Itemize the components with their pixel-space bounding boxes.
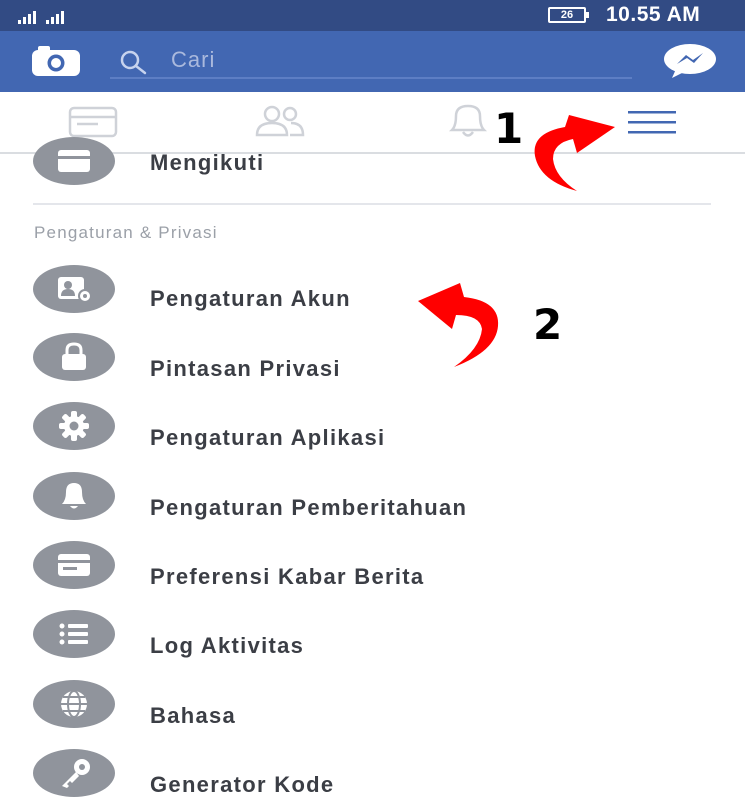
battery-icon: 26 (548, 7, 589, 23)
section-title: Pengaturan & Privasi (34, 223, 218, 242)
signal-icon (18, 11, 36, 24)
menu-item-app-settings[interactable]: Pengaturan Aplikasi (0, 402, 745, 462)
section-divider (33, 203, 711, 205)
status-time: 10.55 AM (606, 3, 701, 26)
list-icon (33, 610, 115, 658)
arrow-annotation-icon (534, 115, 615, 191)
search-icon (120, 50, 147, 75)
card-icon (33, 541, 115, 589)
menu-item-privacy-shortcuts[interactable]: Pintasan Privasi (0, 333, 745, 393)
menu-item-label: Pengaturan Aplikasi (150, 425, 386, 450)
camera-icon[interactable] (30, 45, 82, 77)
arrow-annotation-icon (418, 283, 499, 367)
step-2-label: 2 (533, 300, 563, 349)
menu-item-label: Preferensi Kabar Berita (150, 564, 425, 589)
bell-icon (33, 472, 115, 520)
lock-icon (33, 333, 115, 381)
signal-indicators (18, 8, 64, 24)
search-placeholder: Cari (171, 47, 216, 72)
top-app-bar: Cari (0, 31, 745, 92)
menu-item-news-feed-preferences[interactable]: Preferensi Kabar Berita (0, 541, 745, 601)
card-icon (33, 137, 115, 185)
menu-item-label: Generator Kode (150, 772, 335, 797)
step-1-label: 1 (494, 104, 524, 153)
menu-item-code-generator[interactable]: Generator Kode (0, 749, 745, 809)
menu-item-label: Bahasa (150, 703, 237, 728)
menu-item-label: Pengaturan Akun (150, 286, 351, 311)
key-icon (33, 749, 115, 797)
menu-item-language[interactable]: Bahasa (0, 680, 745, 740)
menu-item-following[interactable]: Mengikuti (0, 133, 745, 193)
menu-item-label: Log Aktivitas (150, 633, 305, 658)
menu-item-account-settings[interactable]: Pengaturan Akun (0, 263, 745, 323)
menu-item-label: Mengikuti (150, 150, 265, 175)
messenger-icon[interactable] (662, 43, 718, 79)
menu-item-label: Pintasan Privasi (150, 356, 341, 381)
menu-item-activity-log[interactable]: Log Aktivitas (0, 610, 745, 670)
status-bar: 26 10.55 AM (0, 0, 745, 31)
menu-item-notification-settings[interactable]: Pengaturan Pemberitahuan (0, 472, 745, 532)
gear-icon (33, 402, 115, 450)
account-settings-icon (33, 265, 115, 313)
globe-icon (33, 680, 115, 728)
search-bar[interactable]: Cari (110, 43, 632, 79)
signal-icon (46, 11, 64, 24)
menu-item-label: Pengaturan Pemberitahuan (150, 495, 468, 520)
